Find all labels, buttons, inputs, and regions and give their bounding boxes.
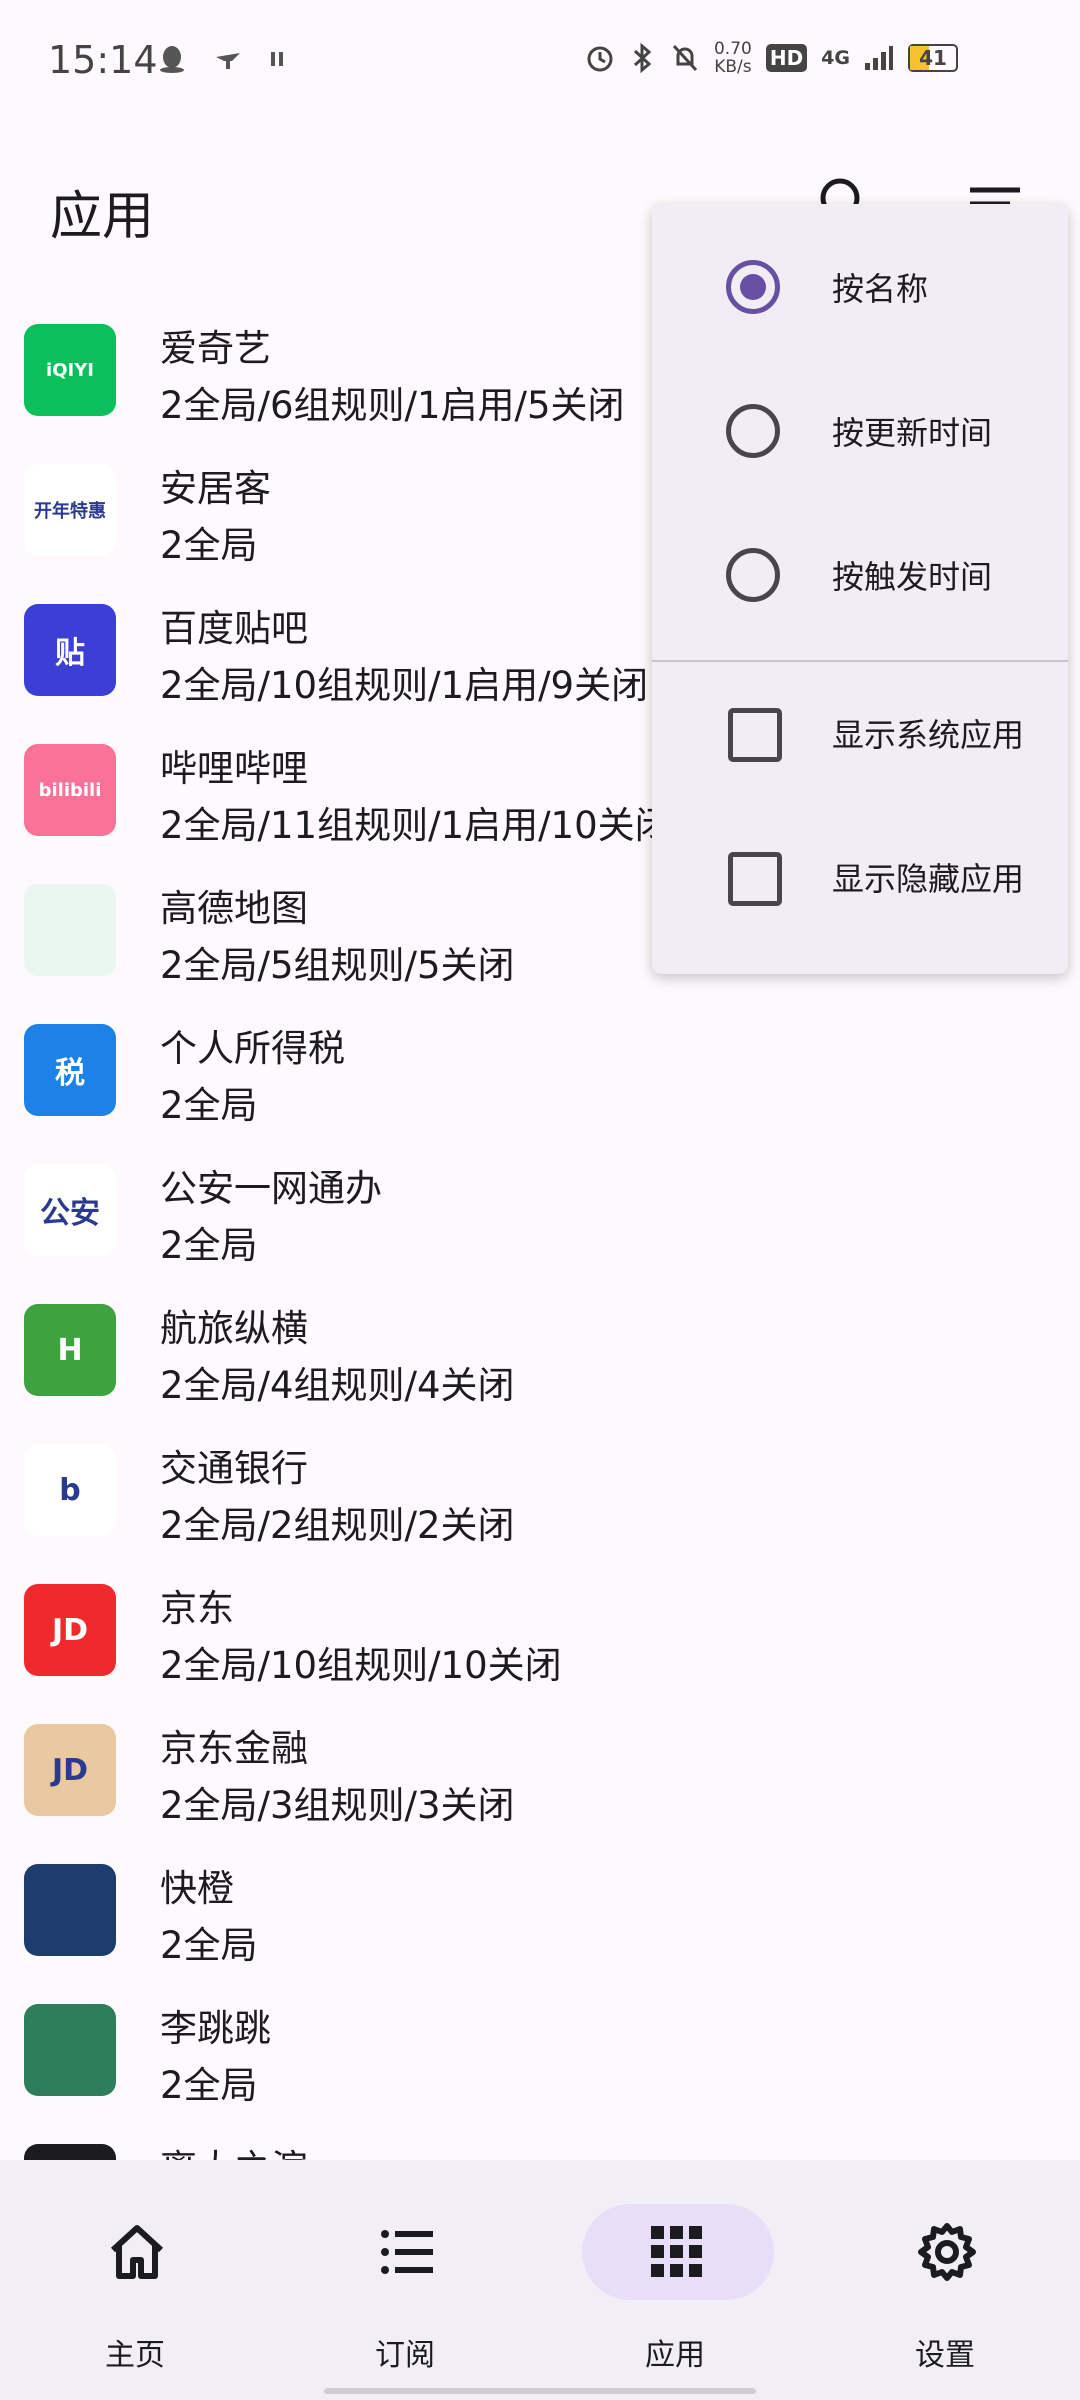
app-rule-stats: 2全局/10组规则/1启用/9关闭 [160,664,649,707]
app-list-item[interactable]: 离大之演 [0,2116,1080,2160]
app-rule-stats: 2全局 [160,2064,258,2107]
app-name: 快橙 [160,1867,234,1910]
app-list-item[interactable]: 公安 公安一网通办 2全局 [0,1136,1080,1276]
app-name: 哔哩哔哩 [160,747,308,790]
app-name: 交通银行 [160,1447,308,1490]
app-rule-stats: 2全局 [160,1924,258,1967]
alarm-icon [587,46,613,72]
app-icon [24,1864,116,1956]
app-list-item[interactable]: JD 京东金融 2全局/3组规则/3关闭 [0,1696,1080,1836]
app-list-item[interactable]: JD 京东 2全局/10组规则/10关闭 [0,1556,1080,1696]
app-rule-stats: 2全局 [160,1224,258,1267]
hd-badge: HD [765,44,808,72]
app-list-item[interactable]: 李跳跳 2全局 [0,1976,1080,2116]
app-list-item[interactable]: b 交通银行 2全局/2组规则/2关闭 [0,1416,1080,1556]
sort-option-update-time[interactable]: 按更新时间 [652,360,1068,504]
bluetooth-icon [633,42,652,74]
net-speed-value: 0.70 [713,39,752,59]
bottom-navigation: 主页 订阅 应用 设置 [0,2160,1080,2400]
nav-home[interactable]: 主页 [0,2200,270,2373]
app-icon: 开年特惠 [24,464,116,556]
filter-show-system-apps[interactable]: 显示系统应用 [652,662,1068,806]
sort-option-label: 按触发时间 [832,558,993,596]
app-list-item[interactable]: 税 个人所得税 2全局 [0,996,1080,1136]
net-speed-unit: KB/s [714,57,752,77]
nav-label: 设置 [915,2338,975,2373]
radio-checked-icon[interactable] [726,260,780,314]
nav-label: 主页 [105,2338,165,2373]
status-system-icons: 0.70 KB/s HD 4G 41 [584,40,958,76]
nav-apps[interactable]: 应用 [540,2200,810,2373]
app-rule-stats: 2全局/5组规则/5关闭 [160,944,515,987]
app-rule-stats: 2全局 [160,1084,258,1127]
sort-option-name[interactable]: 按名称 [652,216,1068,360]
app-rule-stats: 2全局/6组规则/1启用/5关闭 [160,384,625,427]
app-name: 京东金融 [160,1727,308,1770]
app-rule-stats: 2全局/11组规则/1启用/10关闭 [160,804,672,847]
app-icon: bilibili [24,744,116,836]
net-speed: 0.70 KB/s [714,40,752,76]
app-icon: JD [24,1724,116,1816]
app-name: 安居客 [160,467,271,510]
signal-icon [865,46,893,70]
status-notification-icons [158,44,284,74]
checkbox-icon[interactable] [728,708,782,762]
app-icon [24,2004,116,2096]
sort-dropdown-menu: 按名称 按更新时间 按触发时间 显示系统应用 显示隐藏应用 [652,204,1068,974]
nav-settings[interactable]: 设置 [810,2200,1080,2373]
sort-option-label: 按名称 [832,270,929,308]
app-name: 航旅纵横 [160,1307,308,1350]
qq-icon [160,46,184,73]
app-name: 离大之演 [160,2138,308,2160]
network-type: 4G [821,47,850,69]
app-name: 公安一网通办 [160,1167,382,1210]
status-bar: 15:14 0.70 KB/s HD 4G 41 [0,0,1080,124]
page-title: 应用 [50,187,155,247]
app-icon [24,884,116,976]
sort-option-label: 按更新时间 [832,414,993,452]
app-name: 百度贴吧 [160,607,308,650]
app-name: 个人所得税 [160,1027,345,1070]
radio-unchecked-icon[interactable] [726,548,780,602]
app-name: 高德地图 [160,887,308,930]
filter-label: 显示系统应用 [832,716,1025,754]
app-icon: 贴 [24,604,116,696]
filter-label: 显示隐藏应用 [832,860,1025,898]
app-rule-stats: 2全局/4组规则/4关闭 [160,1364,515,1407]
app-rule-stats: 2全局/2组规则/2关闭 [160,1504,515,1547]
apps-grid-icon [651,2226,702,2277]
app-icon: b [24,1444,116,1536]
app-rule-stats: 2全局/3组规则/3关闭 [160,1784,515,1827]
battery-icon: 41 [908,44,958,72]
app-icon: iQIYI [24,324,116,416]
app-icon [24,2144,116,2160]
app-rule-stats: 2全局/10组规则/10关闭 [160,1644,562,1687]
app-name: 京东 [160,1587,234,1630]
battery-level: 41 [919,46,947,70]
app-icon: JD [24,1584,116,1676]
nav-label: 订阅 [375,2338,435,2373]
home-icon [110,2225,164,2279]
pause-icon [271,52,283,66]
radio-unchecked-icon[interactable] [726,404,780,458]
gesture-handle[interactable] [324,2388,756,2394]
gear-icon [918,2223,976,2281]
app-list-item[interactable]: 快橙 2全局 [0,1836,1080,1976]
app-icon: H [24,1304,116,1396]
app-name: 爱奇艺 [160,327,271,370]
app-icon: 公安 [24,1164,116,1256]
app-list-item[interactable]: H 航旅纵横 2全局/4组规则/4关闭 [0,1276,1080,1416]
checkbox-icon[interactable] [728,852,782,906]
status-time: 15:14 [48,38,158,82]
sort-option-trigger-time[interactable]: 按触发时间 [652,504,1068,648]
list-icon [381,2230,433,2274]
nav-subscriptions[interactable]: 订阅 [270,2200,540,2373]
nav-label: 应用 [645,2338,705,2373]
mute-bell-icon [672,44,698,72]
app-rule-stats: 2全局 [160,524,258,567]
filter-show-hidden-apps[interactable]: 显示隐藏应用 [652,806,1068,950]
app-name: 李跳跳 [160,2007,271,2050]
drone-icon [216,53,240,69]
app-icon: 税 [24,1024,116,1116]
